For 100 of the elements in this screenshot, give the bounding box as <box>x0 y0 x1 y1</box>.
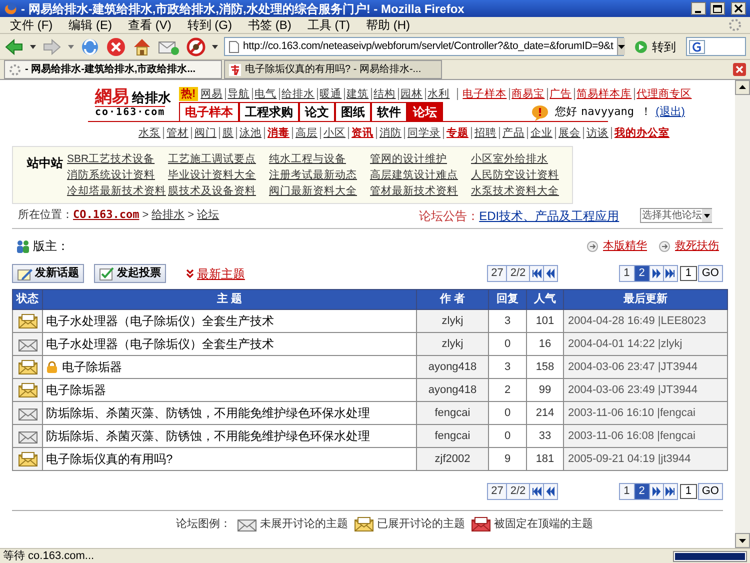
menu-item[interactable]: 查看 (V) <box>126 16 174 34</box>
category-link[interactable]: 同学录 <box>404 127 443 139</box>
station-link[interactable]: 毕业设计资料大全 <box>168 168 269 182</box>
first-page-icon[interactable] <box>528 483 544 500</box>
station-link[interactable]: 冷却塔最新技术资料 <box>67 184 168 198</box>
station-link[interactable]: SBR工艺技术设备 <box>67 152 168 166</box>
main-tab[interactable]: 论坛 <box>407 102 443 121</box>
station-link[interactable]: 水泵技术资料大全 <box>471 184 572 198</box>
caret-icon[interactable] <box>30 44 36 48</box>
breadcrumb-link[interactable]: 论坛 <box>197 207 220 224</box>
category-link[interactable]: 企业 <box>527 127 555 139</box>
station-link[interactable]: 工艺施工调试要点 <box>168 152 269 166</box>
main-tab[interactable]: 论文 <box>299 102 335 121</box>
stop-icon[interactable] <box>106 36 126 56</box>
category-link[interactable]: 招聘 <box>471 127 499 139</box>
category-link[interactable]: 小区 <box>320 127 348 139</box>
nav-link[interactable]: 建筑 <box>344 88 371 100</box>
forum-select[interactable]: 选择其他论坛 <box>640 208 712 223</box>
station-link[interactable]: 人民防空设计资料 <box>471 168 572 182</box>
main-tab[interactable]: 电子样本 <box>179 102 239 121</box>
category-link[interactable]: 水泵 <box>136 127 163 139</box>
page-number[interactable]: 1 <box>618 483 635 500</box>
category-link[interactable]: 展会 <box>555 127 583 139</box>
home-icon[interactable] <box>132 36 152 56</box>
first-page-icon[interactable] <box>528 265 544 282</box>
block-icon[interactable] <box>186 36 206 56</box>
category-link[interactable]: 消毒 <box>264 127 292 139</box>
page-number[interactable]: 2 <box>634 265 650 282</box>
menu-item[interactable]: 工具 (T) <box>305 16 352 34</box>
nav-link[interactable]: 电气 <box>252 88 279 100</box>
menu-item[interactable]: 文件 (F) <box>8 16 55 34</box>
category-link[interactable]: 泳池 <box>236 127 264 139</box>
category-link[interactable]: 访谈 <box>583 127 611 139</box>
category-link[interactable]: 资讯 <box>348 127 376 139</box>
nav-link[interactable]: 给排水 <box>278 88 317 100</box>
address-field[interactable]: http://co.163.com/neteaseivp/webforum/servlet/Controller?&to_date=&forumID=9&t <box>224 37 624 56</box>
menu-item[interactable]: 帮助 (H) <box>364 16 412 34</box>
caret-icon[interactable] <box>212 44 218 48</box>
station-link[interactable]: 高层建筑设计难点 <box>370 168 471 182</box>
next-page-icon[interactable] <box>648 265 664 282</box>
minimize-button[interactable] <box>691 2 706 15</box>
nav-link[interactable]: 电子样本 <box>456 88 509 100</box>
page-number[interactable]: 1 <box>618 265 635 282</box>
category-link[interactable]: 管材 <box>163 127 191 139</box>
forum-link[interactable]: 救死扶伤 <box>675 238 719 254</box>
main-tab[interactable]: 工程求购 <box>239 102 299 121</box>
last-page-icon[interactable] <box>662 265 678 282</box>
forum-link[interactable]: 本版精华 <box>603 238 647 254</box>
menu-item[interactable]: 编辑 (E) <box>66 16 114 34</box>
category-link[interactable]: 阀门 <box>191 127 219 139</box>
station-link[interactable]: 小区室外给排水 <box>471 152 572 166</box>
category-link[interactable]: 膜 <box>219 127 236 139</box>
menu-item[interactable]: 转到 (G) <box>185 16 234 34</box>
page-number[interactable]: 2 <box>634 483 650 500</box>
scroll-down-icon[interactable] <box>735 533 750 548</box>
menu-item[interactable]: 书签 (B) <box>246 16 294 34</box>
station-link[interactable]: 纯水工程与设备 <box>269 152 370 166</box>
latest-topics-link[interactable]: 最新主题 <box>197 264 245 282</box>
scrollbar[interactable] <box>735 80 750 548</box>
nav-link[interactable]: 简易样本库 <box>574 88 634 100</box>
category-link[interactable]: 专题 <box>443 127 471 139</box>
main-tab[interactable]: 图纸 <box>335 102 371 121</box>
nav-link[interactable]: 广告 <box>546 88 574 100</box>
action-button[interactable]: 发起投票 <box>94 264 166 283</box>
nav-link[interactable]: 代理商专区 <box>634 88 694 100</box>
breadcrumb-link[interactable]: 给排水 <box>152 207 185 224</box>
station-link[interactable]: 管网的设计维护 <box>370 152 471 166</box>
notice-link[interactable]: EDI技术、产品及工程应用 <box>479 206 620 224</box>
scroll-up-icon[interactable] <box>735 80 750 95</box>
station-link[interactable]: 消防系统设计资料 <box>67 168 168 182</box>
caret-icon[interactable] <box>618 44 626 48</box>
close-button[interactable] <box>731 2 746 15</box>
search-field[interactable] <box>686 37 746 56</box>
category-link[interactable]: 产品 <box>499 127 527 139</box>
browser-tab[interactable]: - 网易给排水-建筑给排水,市政给排水... <box>4 60 222 79</box>
category-link[interactable]: 消防 <box>376 127 404 139</box>
nav-link[interactable]: 导航 <box>224 88 252 100</box>
nav-link[interactable]: 园林 <box>398 88 425 100</box>
nav-link[interactable]: 网易 <box>198 88 225 100</box>
next-page-icon[interactable] <box>648 483 664 500</box>
breadcrumb-link[interactable]: CO.163.com <box>73 207 140 224</box>
back-arrow-icon[interactable] <box>4 38 24 56</box>
go-button[interactable]: 转到 <box>630 38 680 56</box>
topic-link[interactable]: 电子除垢器 <box>62 358 122 376</box>
nav-link[interactable]: 暖通 <box>316 88 344 100</box>
page-input[interactable]: 1 <box>680 266 697 281</box>
previous-page-icon[interactable] <box>542 483 558 500</box>
nav-link[interactable]: 结构 <box>370 88 398 100</box>
station-link[interactable]: 阀门最新资料大全 <box>269 184 370 198</box>
reload-icon[interactable] <box>80 36 100 56</box>
logout-link[interactable]: (退出) <box>656 103 685 121</box>
browser-tab[interactable]: 电子除垢仪真的有用吗? - 网易给排水-... <box>224 60 442 79</box>
station-link[interactable]: 膜技术及设备资料 <box>168 184 269 198</box>
station-link[interactable]: 注册考试最新动态 <box>269 168 370 182</box>
go-button[interactable]: GO <box>698 265 723 282</box>
topic-link[interactable]: 电子除垢器 <box>46 381 106 399</box>
category-link[interactable]: 我的办公室 <box>611 127 672 139</box>
nav-link[interactable]: 水利 <box>424 88 452 100</box>
station-link[interactable]: 管材最新技术资料 <box>370 184 471 198</box>
close-icon[interactable] <box>733 63 746 76</box>
